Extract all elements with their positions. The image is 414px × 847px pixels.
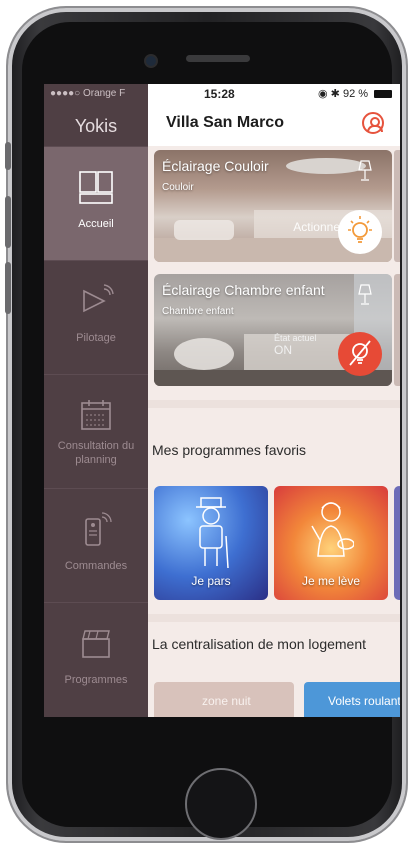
section-divider: [148, 400, 400, 408]
sidebar-item-label: Commandes: [64, 560, 128, 572]
front-camera: [146, 56, 156, 66]
carrier-label: ●●●●○ Orange F: [50, 88, 126, 99]
bulb-off-icon: [349, 340, 371, 366]
sidebar-item-planning[interactable]: Consultation du planning: [44, 374, 148, 488]
favorite-je-me-leve[interactable]: Je me lève: [274, 486, 388, 600]
sidebar-item-label: Accueil: [78, 218, 114, 230]
light-card-couloir[interactable]: Éclairage Couloir Couloir Actionner: [154, 150, 392, 262]
zone-nuit-card[interactable]: zone nuit: [154, 682, 294, 717]
sidebar-item-label: Consultation du planning: [57, 440, 135, 466]
painter-icon: [311, 502, 354, 557]
next-card-peek: [394, 150, 400, 262]
current-state: État actuel ON: [274, 332, 317, 356]
page-title: Villa San Marco: [166, 114, 284, 131]
status-indicators: ◉ ✱ 92 %: [318, 87, 393, 100]
walking-man-icon: [196, 497, 229, 569]
light-toggle-button[interactable]: [338, 332, 382, 376]
favorite-je-pars[interactable]: Je pars: [154, 486, 268, 600]
lamp-icon: [358, 284, 372, 305]
light-room: Chambre enfant: [162, 306, 234, 317]
mute-switch: [5, 142, 11, 170]
light-title: Éclairage Couloir: [162, 158, 269, 174]
sidebar-item-label: Programmes: [64, 674, 128, 686]
user-icon[interactable]: [362, 112, 384, 134]
sidebar-item-programmes[interactable]: Programmes: [44, 602, 148, 716]
alarm-icon: ◉: [318, 88, 328, 100]
bulb-on-icon: [348, 216, 372, 243]
centralisation-title: La centralisation de mon logement: [152, 636, 367, 652]
battery-icon: [374, 90, 393, 99]
favorites-title: Mes programmes favoris: [152, 442, 307, 458]
bluetooth-icon: ✱: [330, 88, 340, 100]
sidebar-item-pilotage[interactable]: Pilotage: [44, 260, 148, 374]
app-screen: ●●●●○ Orange F Yokis Accueil Pilotage Co…: [44, 84, 400, 717]
calendar-icon: [81, 400, 111, 430]
play-signal-icon: [83, 284, 114, 313]
home-button[interactable]: [185, 768, 257, 840]
light-room: Couloir: [162, 182, 194, 193]
zone-label: zone nuit: [202, 694, 251, 708]
home-grid-icon: [79, 171, 113, 204]
lamp-icon: [358, 160, 372, 181]
state-value: ON: [274, 343, 292, 357]
brand-title: Yokis: [74, 116, 118, 136]
main-content: 15:28 ◉ ✱ 92 % Villa San Marco Éclairage…: [148, 84, 400, 717]
sidebar: ●●●●○ Orange F Yokis Accueil Pilotage Co…: [44, 84, 148, 717]
sidebar-item-commandes[interactable]: Commandes: [44, 488, 148, 602]
actionner-label: Actionner: [293, 220, 344, 234]
light-card-chambre[interactable]: Éclairage Chambre enfant Chambre enfant …: [154, 274, 392, 386]
zone-label: Volets roulants: [328, 694, 400, 708]
battery-percent: 92 %: [342, 88, 369, 100]
favorite-label: Je pars: [191, 574, 231, 588]
next-card-peek: [394, 274, 400, 386]
volume-down-button: [5, 262, 11, 314]
favorite-label: Je me lève: [301, 574, 361, 588]
remote-icon: [85, 512, 112, 546]
volets-roulants-card[interactable]: Volets roulants: [304, 682, 400, 717]
next-favorite-peek: [394, 486, 400, 600]
volume-up-button: [5, 196, 11, 248]
status-time: 15:28: [204, 87, 235, 101]
clapper-icon: [82, 630, 110, 658]
sidebar-item-accueil[interactable]: Accueil: [44, 146, 148, 260]
sidebar-item-label: Pilotage: [76, 332, 116, 344]
light-title: Éclairage Chambre enfant: [162, 282, 325, 298]
light-toggle-button[interactable]: [338, 210, 382, 254]
section-divider: [148, 614, 400, 622]
earpiece-speaker: [186, 55, 250, 62]
top-bar: 15:28 ◉ ✱ 92 % Villa San Marco: [148, 84, 400, 146]
